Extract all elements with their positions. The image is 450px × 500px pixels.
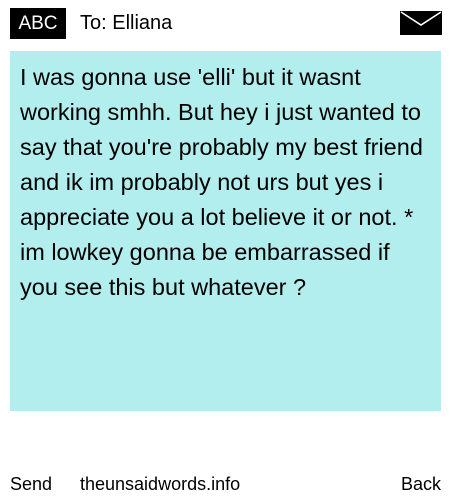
message-box: I was gonna use 'elli' but it wasnt work… [10,51,441,411]
header-bar: ABC To: Elliana [0,0,450,46]
envelope-icon [400,11,442,35]
send-button[interactable]: Send [10,470,52,498]
message-text: I was gonna use 'elli' but it wasnt work… [20,64,423,300]
footer-bar: Send theunsaidwords.info Back [0,470,450,498]
back-button[interactable]: Back [401,470,441,498]
site-link[interactable]: theunsaidwords.info [80,470,240,498]
recipient-label: To: Elliana [80,12,173,34]
abc-badge: ABC [10,8,66,39]
